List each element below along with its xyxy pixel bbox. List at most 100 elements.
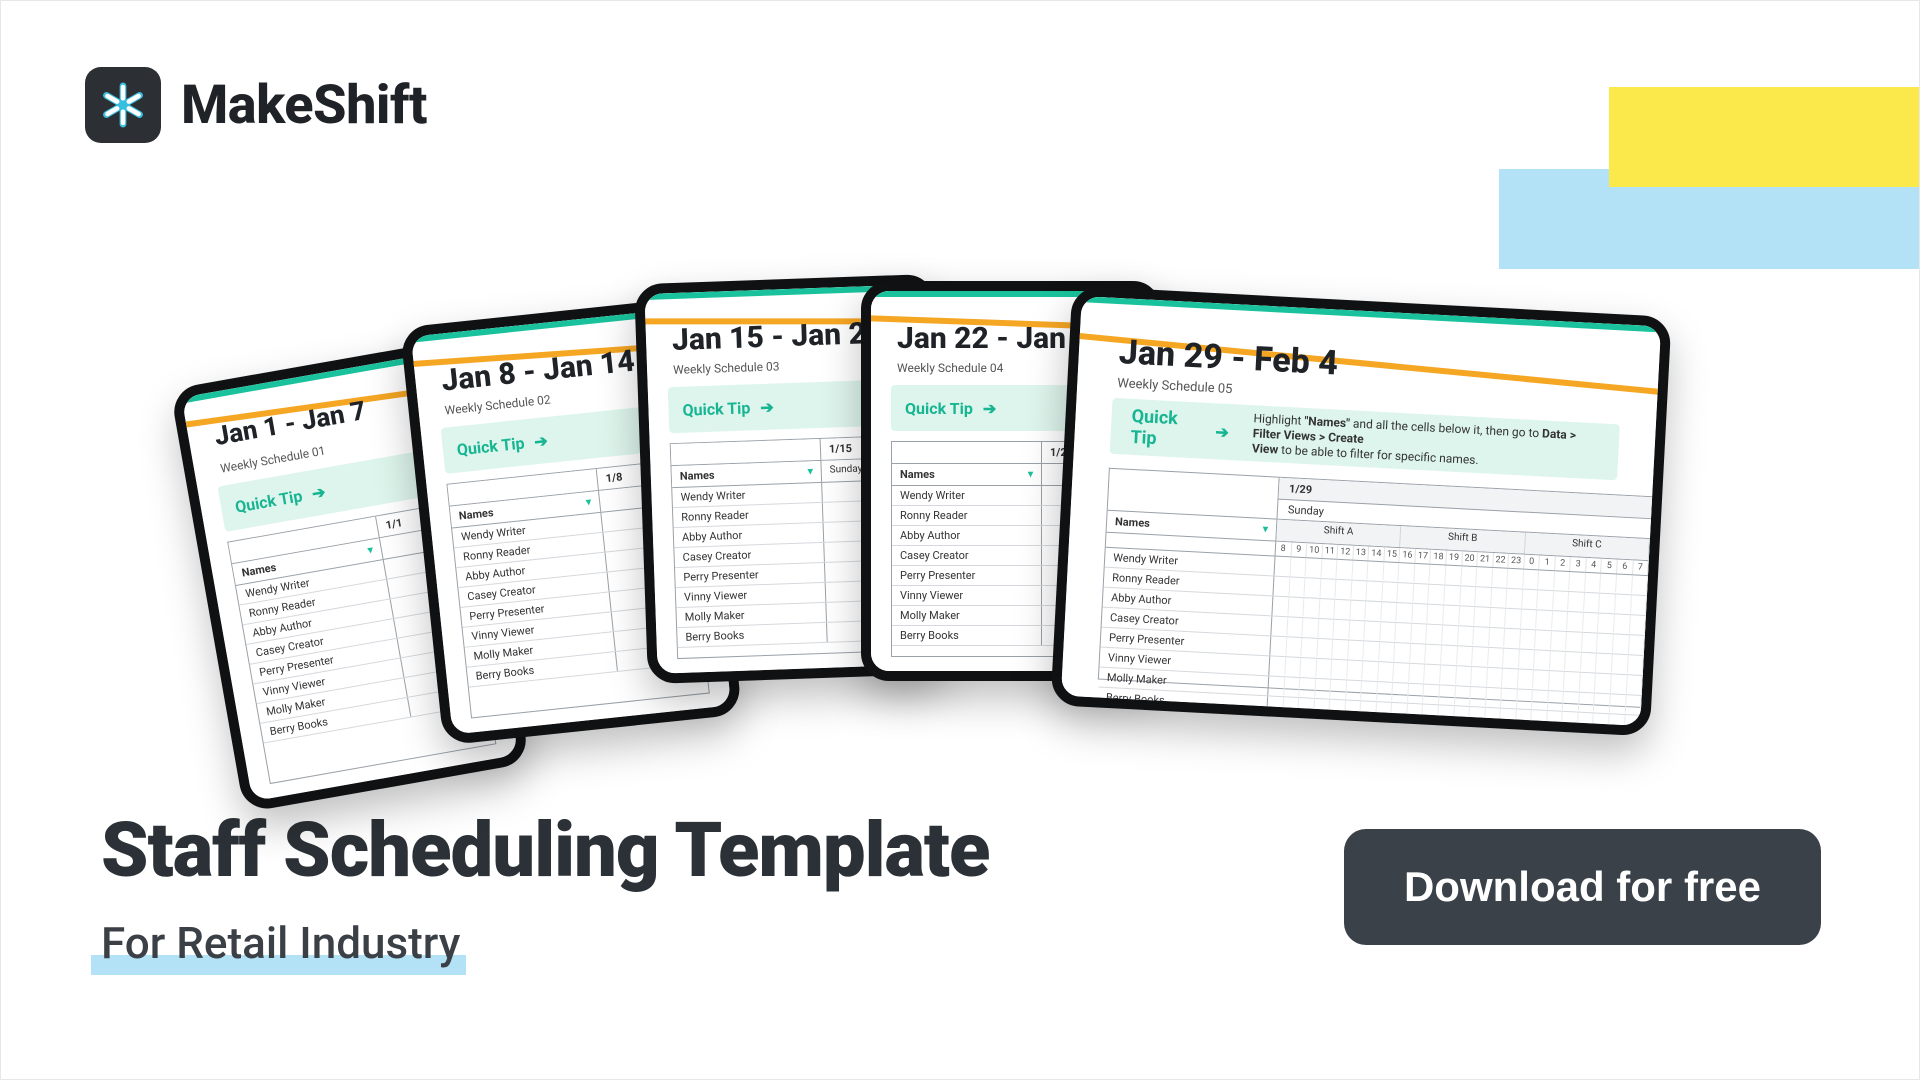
quick-tip-text: Highlight "Names" and all the cells belo… [1252, 411, 1600, 474]
table-row: Casey Creator [892, 546, 1130, 566]
table-row: Abby Author [456, 543, 695, 588]
accent-diagonal [861, 315, 1161, 332]
table-row: Abby Author [1103, 588, 1646, 636]
name-cell: Abby Author [1103, 588, 1274, 616]
names-list: Wendy WriterRonny ReaderAbby AuthorCasey… [892, 486, 1130, 646]
name-cell: Vinny Viewer [463, 612, 614, 647]
download-button[interactable]: Download for free [1344, 829, 1821, 945]
name-cell: Molly Maker [465, 632, 616, 667]
table-row: Vinny Viewer [1099, 648, 1642, 696]
table-row: Ronny Reader [892, 506, 1130, 526]
tablet-5: Jan 29 - Feb 4 Weekly Schedule 05 Quick … [1050, 286, 1671, 737]
hour-cell: 16 [1400, 548, 1416, 563]
name-cell: Perry Presenter [460, 592, 611, 627]
accent-bar [644, 284, 924, 300]
shift-label: Shift A [1276, 520, 1401, 547]
table-row: Berry Books [260, 684, 488, 743]
day-cell [380, 525, 460, 559]
schedule-table: 1/22 Names▾ Wendy WriterRonny ReaderAbby… [891, 441, 1131, 657]
sheet-range: Jan 8 - Jan 14 [440, 344, 636, 399]
shift-label: Shift B [1400, 526, 1525, 553]
name-cell: Berry Books [1097, 687, 1268, 715]
accent-bar [181, 351, 448, 404]
name-cell: Abby Author [674, 523, 825, 547]
name-cell: Vinny Viewer [676, 583, 827, 607]
name-cell: Vinny Viewer [253, 658, 404, 703]
hour-cell: 12 [1338, 545, 1354, 560]
filter-icon: ▾ [1028, 469, 1033, 480]
arrow-right-icon: ➔ [1215, 422, 1229, 442]
name-cell: Wendy Writer [1105, 548, 1276, 576]
accent-diagonal [175, 382, 465, 429]
hour-cell: 11 [1322, 544, 1338, 559]
hour-cell: 21 [1477, 552, 1493, 567]
hour-cell: 23 [1508, 554, 1524, 569]
table-row: Ronny Reader [673, 500, 912, 528]
hour-cell: 15 [1384, 547, 1400, 562]
table-row: Berry Books [892, 626, 1130, 646]
table-row: Molly Maker [676, 600, 915, 628]
shift-labels: Shift AShift BShift C [1276, 520, 1650, 560]
date-cell: 1/15 [821, 436, 910, 460]
filter-icon: ▾ [367, 545, 374, 557]
table-row: Wendy Writer [452, 504, 691, 549]
name-cell: Perry Presenter [892, 566, 1042, 585]
schedule-table: 1/29 Sunday Names▾ Shift AShift BShift C… [1098, 468, 1652, 708]
table-row: Ronny Reader [1104, 568, 1647, 616]
name-cell: Berry Books [892, 626, 1042, 645]
sheet-subtitle: Weekly Schedule 04 [897, 361, 1003, 375]
day-cell: Sunday [821, 458, 910, 482]
hour-cell: 3 [1571, 557, 1587, 572]
filter-icon: ▾ [808, 466, 813, 477]
name-cell: Perry Presenter [675, 563, 826, 587]
name-cell: Molly Maker [257, 678, 408, 723]
table-row: Berry Books [1097, 687, 1640, 735]
hour-cell: 1 [1539, 555, 1555, 570]
filter-icon: ▾ [1263, 524, 1269, 535]
name-cell: Wendy Writer [892, 486, 1042, 505]
names-list: Wendy WriterRonny ReaderAbby AuthorCasey… [236, 546, 488, 743]
name-cell: Abby Author [456, 553, 607, 588]
sheet-range: Jan 22 - Jan 28 [897, 321, 1108, 356]
schedule-table: 1/1 Names▾ Wendy WriterRonny ReaderAbby … [227, 502, 496, 784]
name-cell: Casey Creator [1102, 608, 1273, 636]
asterisk-icon [96, 78, 150, 132]
quick-tip-label: Quick Tip [456, 433, 525, 459]
quick-tip-box: Quick Tip ➔ Hi [441, 403, 684, 474]
name-cell: Molly Maker [1098, 668, 1269, 696]
names-list: Wendy WriterRonny ReaderAbby AuthorCasey… [452, 504, 705, 688]
name-cell: Abby Author [243, 599, 394, 644]
arrow-right-icon: ➔ [983, 399, 996, 418]
name-cell: Wendy Writer [672, 483, 823, 507]
sheet-subtitle: Weekly Schedule 02 [444, 393, 551, 418]
names-list: Wendy WriterRonny ReaderAbby AuthorCasey… [672, 480, 915, 648]
table-row: Perry Presenter [250, 625, 478, 684]
accent-diagonal [634, 318, 936, 324]
table-row: Perry Presenter [675, 560, 914, 588]
hour-cell: 14 [1369, 546, 1385, 561]
hour-cell: 22 [1493, 553, 1509, 568]
headline-block: Staff Scheduling Template For Retail Ind… [101, 805, 989, 969]
brand-name: MakeShift [181, 74, 427, 137]
table-row: Wendy Writer [672, 480, 911, 508]
sheet-subtitle: Weekly Schedule 01 [219, 444, 326, 476]
quick-tip-box: Quick Tip ➔ Highlight "Names" and all th… [1110, 398, 1620, 481]
sheet-subtitle: Weekly Schedule 03 [673, 359, 780, 377]
name-cell: Ronny Reader [892, 506, 1042, 525]
table-row: Casey Creator [246, 605, 474, 664]
view-truncated: Vie [879, 395, 895, 409]
accent-bar [411, 307, 690, 342]
hour-cell: 17 [1415, 549, 1431, 564]
table-row: Molly Maker [892, 606, 1130, 626]
table-row: Perry Presenter [892, 566, 1130, 586]
day-cell: Sunday [1277, 500, 1650, 538]
names-header: Names▾ [450, 491, 601, 528]
hour-cell: 18 [1431, 550, 1447, 565]
table-row: Vinny Viewer [463, 603, 702, 648]
table-row: Casey Creator [674, 540, 913, 568]
table-row: Ronny Reader [454, 523, 693, 568]
tablet-1: Jan 1 - Jan 7 Weekly Schedule 01 Quick T… [170, 339, 530, 813]
hour-cell: 2 [1555, 556, 1571, 571]
schedule-table: 1/8 Names▾ Wendy WriterRonny ReaderAbby … [446, 459, 709, 719]
table-row: Ronny Reader [239, 566, 467, 625]
